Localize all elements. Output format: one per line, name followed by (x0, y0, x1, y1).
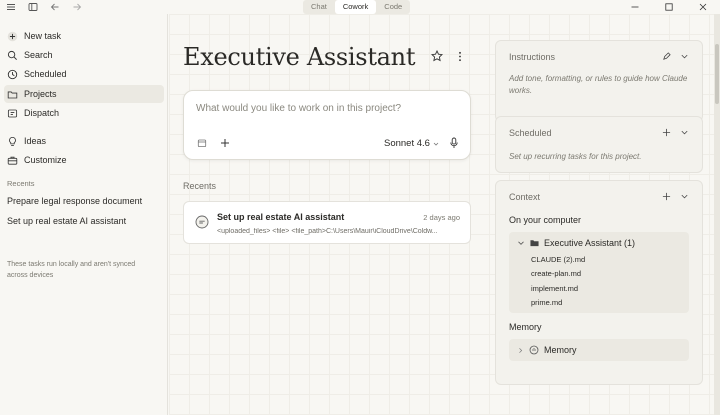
window-controls (618, 0, 720, 14)
maximize-icon (665, 3, 673, 11)
more-options-icon[interactable] (457, 51, 463, 62)
recents-heading: Recents (183, 181, 217, 191)
dispatch-icon (7, 109, 18, 117)
chevron-down-icon (518, 241, 524, 245)
file-item[interactable]: implement.md (531, 284, 578, 293)
add-icon[interactable] (220, 138, 230, 148)
file-tree: Executive Assistant (1) CLAUDE (2).md cr… (509, 232, 689, 313)
sidebar-item-projects[interactable]: Projects (4, 85, 164, 103)
sidebar-item-label: Ideas (24, 136, 47, 146)
edit-icon[interactable] (662, 52, 671, 61)
folder-icon (7, 91, 18, 98)
card-title: Set up real estate AI assistant (217, 212, 345, 222)
tab-chat[interactable]: Chat (303, 0, 335, 14)
task-icon (195, 215, 209, 229)
recent-task-item[interactable]: Prepare legal response document (7, 196, 142, 206)
sidebar-item-label: Dispatch (24, 108, 60, 118)
star-icon[interactable] (431, 50, 443, 62)
sidebar-item-label: Search (24, 50, 53, 60)
model-label: Sonnet 4.6 (384, 138, 430, 149)
back-arrow-icon[interactable] (50, 2, 60, 12)
card-description: <uploaded_files> <file> <file_path>C:\Us… (217, 228, 438, 235)
sidebar-item-customize[interactable]: Customize (4, 151, 164, 169)
model-selector[interactable]: Sonnet 4.6 (384, 138, 439, 149)
chevron-right-icon (519, 347, 523, 353)
folder-icon (530, 240, 539, 247)
memory-icon (529, 345, 539, 355)
recents-label: Recents (7, 179, 35, 188)
mode-tabs: Chat Cowork Code (303, 0, 411, 14)
on-computer-heading: On your computer (509, 215, 582, 225)
instructions-panel: Instructions Add tone, formatting, or ru… (495, 40, 703, 122)
sidebar-item-dispatch[interactable]: Dispatch (4, 104, 164, 122)
sidebar-item-new-task[interactable]: New task (4, 27, 164, 45)
chevron-down-icon (433, 142, 439, 146)
sidebar-item-label: Scheduled (24, 69, 67, 79)
main-content: Executive Assistant What would you like … (169, 14, 720, 415)
minimize-button[interactable] (618, 0, 652, 14)
attachment-icon[interactable] (197, 138, 207, 148)
memory-heading: Memory (509, 322, 542, 332)
card-timestamp: 2 days ago (423, 213, 460, 222)
sidebar-item-label: Projects (24, 89, 57, 99)
sidebar-item-label: New task (24, 31, 62, 41)
memory-row[interactable]: Memory (509, 339, 689, 361)
scheduled-title: Scheduled (509, 128, 552, 138)
close-icon (699, 3, 707, 11)
sidebar-item-scheduled[interactable]: Scheduled (4, 65, 164, 83)
folder-name: Executive Assistant (1) (544, 238, 636, 248)
page-title: Executive Assistant (183, 43, 416, 71)
chevron-down-icon[interactable] (680, 52, 689, 61)
scrollbar[interactable] (714, 14, 720, 415)
folder-row[interactable]: Executive Assistant (1) (517, 238, 635, 248)
lightbulb-icon (9, 136, 16, 146)
sidebar-toggle-icon[interactable] (28, 2, 38, 12)
task-composer[interactable]: What would you like to work on in this p… (183, 90, 471, 160)
recent-task-card[interactable]: Set up real estate AI assistant 2 days a… (183, 201, 471, 244)
tab-code[interactable]: Code (376, 0, 410, 14)
search-icon (7, 50, 17, 60)
memory-label: Memory (544, 345, 577, 355)
close-button[interactable] (686, 0, 720, 14)
chevron-down-icon[interactable] (680, 192, 689, 201)
recent-task-item[interactable]: Set up real estate AI assistant (7, 216, 126, 226)
file-item[interactable]: prime.md (531, 298, 562, 307)
local-sync-note: These tasks run locally and aren't synce… (7, 261, 136, 279)
file-item[interactable]: CLAUDE (2).md (531, 255, 585, 264)
chevron-down-icon[interactable] (680, 128, 689, 137)
minimize-icon (631, 6, 639, 8)
instructions-description: Add tone, formatting, or rules to guide … (509, 74, 688, 95)
plus-icon (7, 31, 18, 41)
context-title: Context (509, 192, 541, 202)
scrollbar-thumb[interactable] (715, 44, 719, 104)
briefcase-icon (7, 156, 18, 165)
forward-arrow-icon[interactable] (72, 2, 82, 12)
maximize-button[interactable] (652, 0, 686, 14)
sidebar-item-ideas[interactable]: Ideas (4, 132, 164, 150)
add-icon[interactable] (662, 128, 671, 137)
scheduled-panel: Scheduled Set up recurring tasks for thi… (495, 116, 703, 173)
microphone-icon[interactable] (449, 137, 459, 149)
title-bar: Chat Cowork Code (0, 0, 720, 14)
tab-cowork[interactable]: Cowork (334, 0, 377, 14)
sidebar: New task Search Scheduled Projects Dispa… (0, 14, 168, 415)
menu-icon[interactable] (6, 2, 16, 12)
instructions-title: Instructions (509, 52, 556, 62)
sidebar-item-search[interactable]: Search (4, 46, 164, 64)
clock-icon (7, 69, 18, 79)
file-item[interactable]: create-plan.md (531, 269, 581, 278)
scheduled-description: Set up recurring tasks for this project. (509, 152, 642, 161)
task-input[interactable]: What would you like to work on in this p… (196, 103, 401, 114)
add-icon[interactable] (662, 192, 671, 201)
context-panel: Context On your computer Executive Assis… (495, 180, 703, 385)
sidebar-item-label: Customize (24, 155, 67, 165)
